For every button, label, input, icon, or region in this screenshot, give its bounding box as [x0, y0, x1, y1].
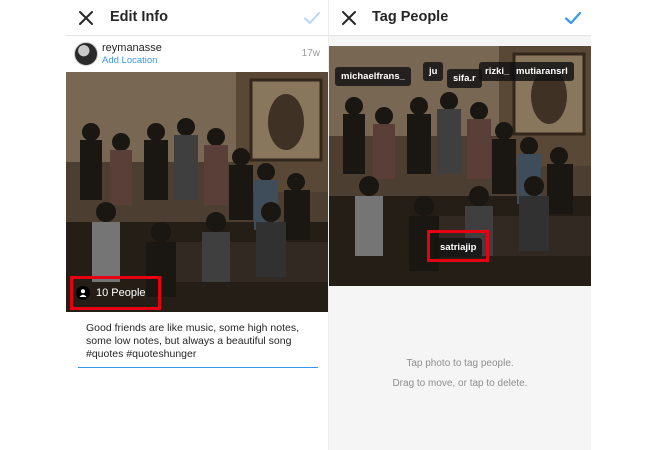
- tag-people-panel: Tag People michaelfrans_ ju sifa.r rizki…: [328, 0, 591, 450]
- person-tag[interactable]: mutiaransrl: [510, 62, 574, 81]
- person-tag[interactable]: michaelfrans_: [335, 67, 411, 86]
- post-time: 17w: [301, 48, 320, 59]
- person-tag[interactable]: ju: [423, 62, 444, 81]
- person-icon: [76, 286, 90, 300]
- post-header: reymanasse Add Location 17w: [66, 36, 328, 72]
- close-icon[interactable]: [74, 6, 98, 30]
- person-tag[interactable]: sifa.r: [447, 69, 482, 88]
- page-title: Tag People: [372, 9, 449, 25]
- check-icon[interactable]: [561, 6, 585, 30]
- username[interactable]: reymanasse: [102, 42, 162, 54]
- avatar[interactable]: [74, 42, 98, 66]
- hint-text: Drag to move, or tap to delete.: [392, 378, 528, 389]
- close-icon[interactable]: [337, 6, 361, 30]
- person-tag[interactable]: satriajip: [434, 238, 483, 257]
- tagged-people-button[interactable]: 10 People: [76, 281, 146, 305]
- edit-info-top-bar: Edit Info: [66, 0, 328, 36]
- add-location-link[interactable]: Add Location: [102, 55, 157, 66]
- tag-photo[interactable]: michaelfrans_ ju sifa.r rizki_ mutiarans…: [329, 46, 591, 286]
- page-title: Edit Info: [110, 9, 168, 25]
- hint-text: Tap photo to tag people.: [406, 358, 514, 369]
- tag-people-top-bar: Tag People: [329, 0, 591, 36]
- edit-info-panel: Edit Info reymanasse Add Location 17w 10…: [66, 0, 328, 450]
- tagged-people-count: 10 People: [96, 287, 146, 299]
- post-photo[interactable]: [66, 72, 328, 312]
- caption-underline: [78, 367, 318, 368]
- check-icon[interactable]: [300, 6, 324, 30]
- caption-text[interactable]: Good friends are like music, some high n…: [86, 322, 316, 361]
